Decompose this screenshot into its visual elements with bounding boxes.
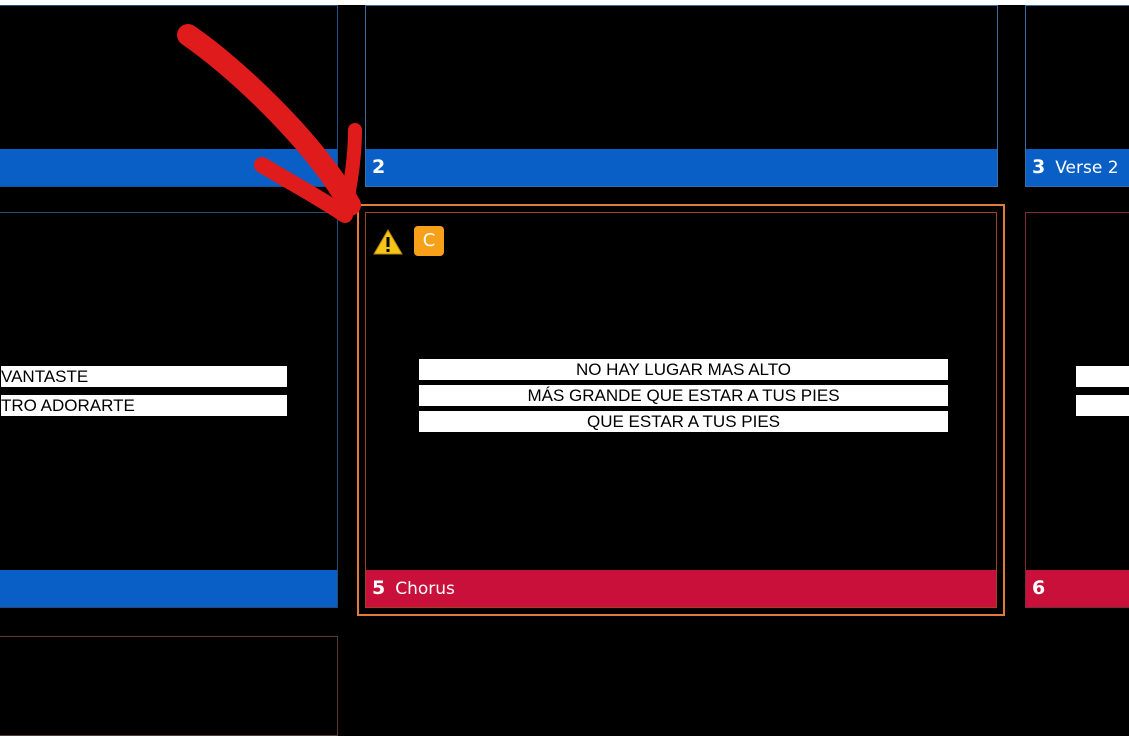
slide-number: 6 [1032, 577, 1046, 599]
slide-4[interactable]: VANTASTE TRO ADORARTE [0, 212, 338, 608]
lyric-line [1076, 366, 1129, 387]
slide-5-inner: C NO HAY LUGAR MAS ALTO MÁS GRANDE QUE E… [365, 212, 997, 608]
slide-4-bar [0, 570, 337, 607]
slide-3[interactable]: 3 Verse 2 [1025, 5, 1129, 187]
arrow-icon [177, 24, 362, 223]
lyric-line: QUE ESTAR A TUS PIES [419, 411, 948, 432]
slide-label: Chorus [395, 579, 455, 599]
lyric-line [1076, 395, 1129, 416]
slide-number: 5 [372, 577, 386, 599]
lyric-line: TRO ADORARTE [1, 395, 287, 416]
slide-6-bar: 6 [1026, 570, 1129, 607]
slide-label: Verse 2 [1055, 158, 1119, 178]
lyric-line: MÁS GRANDE QUE ESTAR A TUS PIES [419, 385, 948, 406]
slide-number: 3 [1032, 156, 1046, 178]
lyric-line: NO HAY LUGAR MAS ALTO [419, 359, 948, 380]
slide-3-bar: 3 Verse 2 [1026, 149, 1129, 186]
slide-bottom-left[interactable] [0, 636, 338, 736]
lyric-line: VANTASTE [1, 366, 287, 387]
slide-6[interactable]: 6 [1025, 212, 1129, 608]
slide-5-bar: 5 Chorus [366, 570, 996, 607]
